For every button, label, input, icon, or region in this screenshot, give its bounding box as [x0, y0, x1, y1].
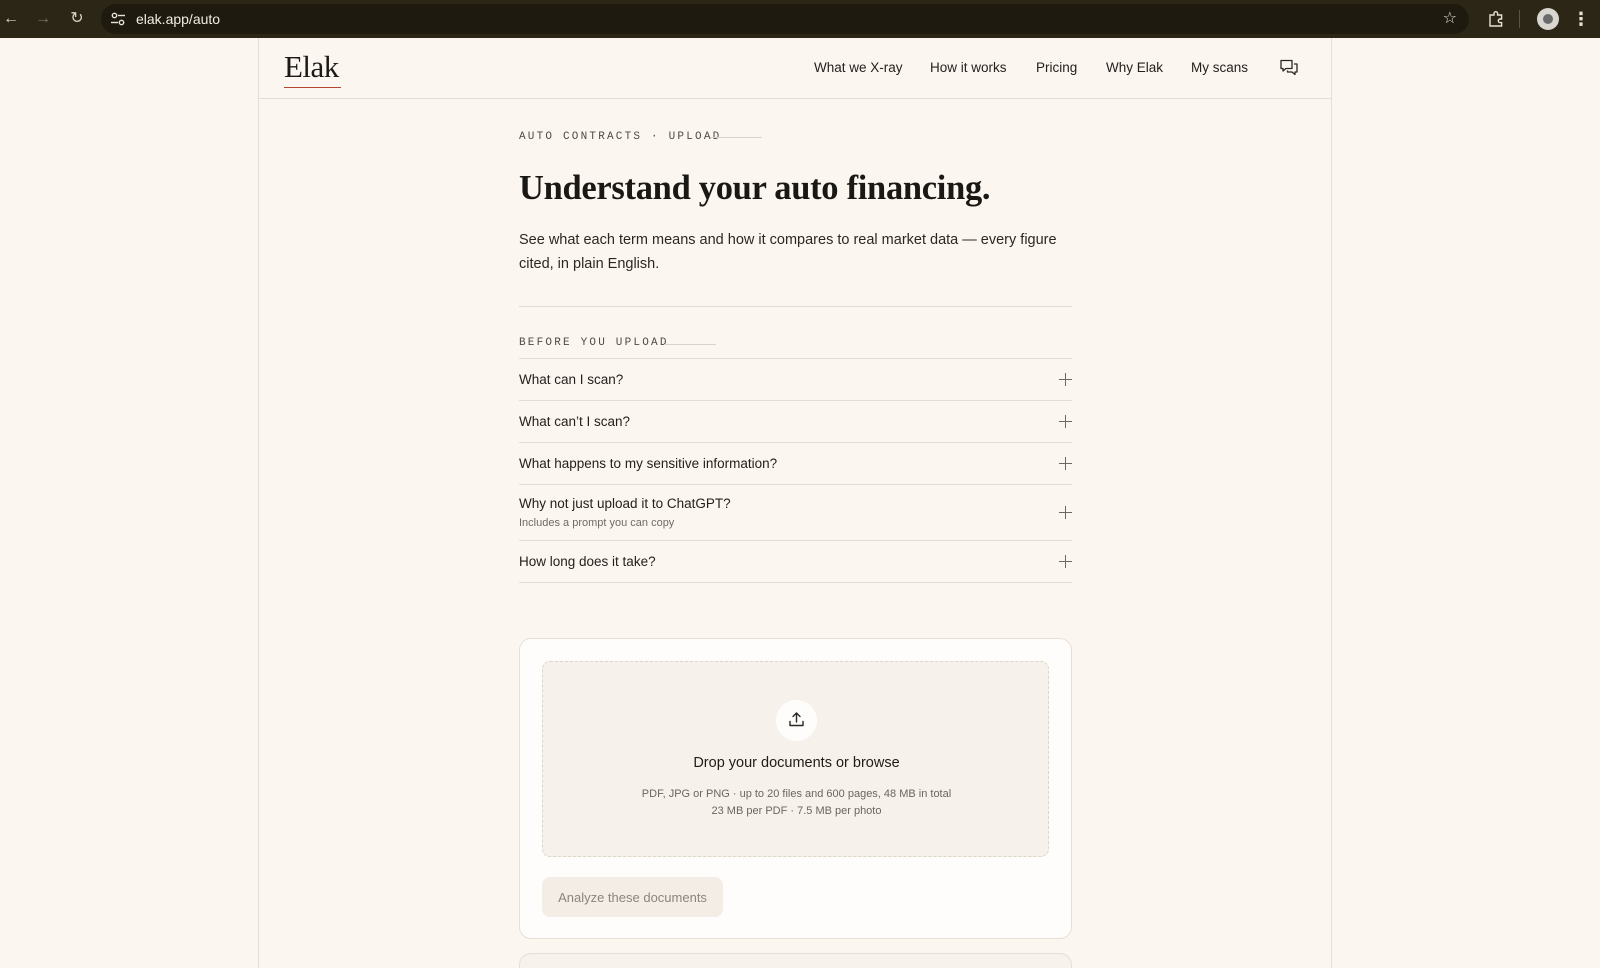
upload-icon-badge: [776, 700, 817, 741]
faq-item-what-can-i-scan[interactable]: What can I scan?: [519, 359, 1072, 401]
dropzone-title: Drop your documents or browse: [693, 755, 900, 771]
dropzone-limits: PDF, JPG or PNG · up to 20 files and 600…: [641, 788, 952, 800]
back-arrow-icon[interactable]: ←: [0, 8, 22, 30]
upload-card: Drop your documents or browse PDF, JPG o…: [519, 638, 1072, 939]
expand-plus-icon[interactable]: [1059, 373, 1072, 386]
faq-item-what-cant-i-scan[interactable]: What can’t I scan?: [519, 401, 1072, 443]
next-section-card-edge: [519, 953, 1072, 968]
section-divider: [519, 306, 1072, 307]
faq-item-why-not-chatgpt[interactable]: Why not just upload it to ChatGPT? Inclu…: [519, 485, 1072, 541]
faq-question: What can’t I scan?: [519, 414, 631, 429]
eyebrow-rule: [710, 137, 762, 138]
profile-avatar[interactable]: [1537, 8, 1559, 30]
page-subtitle: See what each term means and how it comp…: [519, 232, 1057, 272]
faq-question: Why not just upload it to ChatGPT?: [519, 496, 731, 511]
nav-why-elak[interactable]: Why Elak: [1106, 60, 1163, 75]
hero-eyebrow: AUTO CONTRACTS · UPLOAD: [519, 131, 722, 143]
faq-item-sensitive-information[interactable]: What happens to my sensitive information…: [519, 443, 1072, 485]
expand-plus-icon[interactable]: [1059, 415, 1072, 428]
faq-hint: Includes a prompt you can copy: [519, 517, 675, 529]
expand-plus-icon[interactable]: [1059, 555, 1072, 568]
kebab-menu-icon[interactable]: ⋮: [1572, 8, 1590, 30]
faq-question: How long does it take?: [519, 554, 656, 569]
faq-question: What can I scan?: [519, 372, 624, 387]
faq-question: What happens to my sensitive information…: [519, 456, 778, 471]
bookmark-star-icon[interactable]: ☆: [1443, 4, 1457, 34]
expand-plus-icon[interactable]: [1059, 457, 1072, 470]
logo-accent-underline: [284, 87, 341, 88]
elak-logo[interactable]: Elak: [284, 49, 339, 85]
toolbar-separator: [1519, 10, 1520, 28]
faq-item-how-long[interactable]: How long does it take?: [519, 541, 1072, 583]
faq-accordion: What can I scan? What can’t I scan? What…: [519, 358, 1072, 583]
faq-eyebrow-rule: [664, 344, 716, 345]
upload-icon: [789, 712, 804, 727]
url-text[interactable]: elak.app/auto: [136, 4, 220, 34]
site-header: Elak What we X-ray How it works Pricing …: [259, 38, 1331, 99]
expand-plus-icon[interactable]: [1059, 506, 1072, 519]
nav-how-it-works[interactable]: How it works: [930, 60, 1007, 75]
file-dropzone[interactable]: Drop your documents or browse PDF, JPG o…: [542, 661, 1049, 857]
address-bar[interactable]: elak.app/auto ☆: [101, 4, 1469, 34]
browser-toolbar: ← → ↻ elak.app/auto ☆ ⋮: [0, 0, 1600, 38]
page-title: Understand your auto financing.: [519, 169, 991, 207]
analyze-documents-button[interactable]: Analyze these documents: [542, 877, 723, 917]
nav-pricing[interactable]: Pricing: [1036, 60, 1077, 75]
extensions-puzzle-icon[interactable]: [1486, 9, 1506, 29]
nav-what-we-xray[interactable]: What we X-ray: [814, 60, 903, 75]
nav-my-scans[interactable]: My scans: [1191, 60, 1248, 75]
reload-icon[interactable]: ↻: [66, 8, 88, 30]
faq-eyebrow: BEFORE YOU UPLOAD: [519, 337, 669, 349]
dropzone-size-limits: 23 MB per PDF · 7.5 MB per photo: [711, 805, 882, 817]
forward-arrow-icon[interactable]: →: [32, 8, 54, 30]
site-settings-icon[interactable]: [110, 11, 126, 27]
chat-bubbles-icon[interactable]: [1279, 58, 1299, 78]
